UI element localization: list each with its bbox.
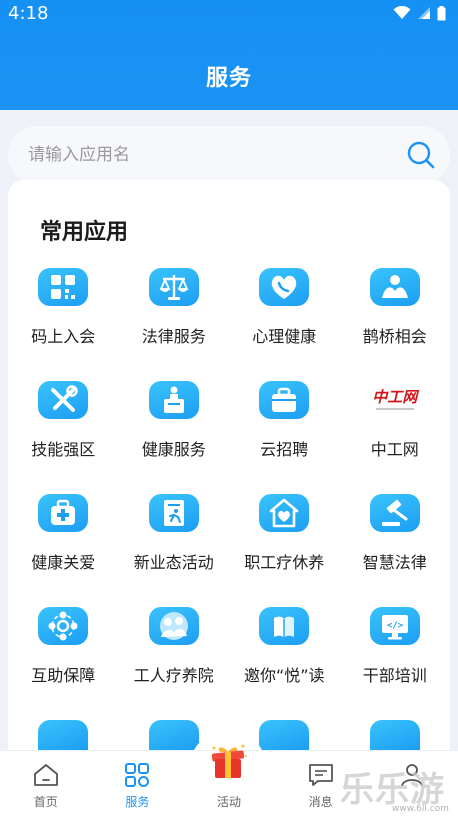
app-item-queqiao[interactable]: 鹊桥相会 <box>340 268 451 347</box>
app-item-mental-health[interactable]: 心理健康 <box>229 268 340 347</box>
page-title: 服务 <box>205 66 252 91</box>
app-item-smart-law[interactable]: 智慧法律 <box>340 494 451 573</box>
heart-phone-icon <box>259 268 310 306</box>
app-item-new-business[interactable]: 新业态活动 <box>119 494 230 573</box>
app-item-health-care[interactable]: 健康关爱 <box>8 494 119 573</box>
grid-icon <box>125 763 150 787</box>
tools-icon <box>38 381 89 419</box>
search-icon[interactable] <box>406 140 436 170</box>
book-icon <box>259 607 310 645</box>
watermark-url: www.6ll.com <box>392 804 449 814</box>
status-bar: 4:18 <box>0 0 458 26</box>
wifi-icon <box>393 6 411 19</box>
logo-text: 中工网 <box>372 388 418 406</box>
couple-icon <box>369 268 420 306</box>
app-item-mutual-aid[interactable]: 互助保障 <box>8 607 119 686</box>
people-circle-icon <box>38 607 89 645</box>
app-label: 干部培训 <box>362 666 427 685</box>
group-photo-icon <box>148 607 199 645</box>
svg-text:</>: </> <box>387 621 404 631</box>
app-label: 中工网 <box>370 440 419 459</box>
app-label: 职工疗休养 <box>244 553 325 572</box>
app-item-health-service[interactable]: 健康服务 <box>119 381 230 460</box>
app-label: 互助保障 <box>31 666 96 685</box>
status-icons <box>393 5 446 21</box>
app-item-workers-retreat[interactable]: 职工疗休养 <box>229 494 340 573</box>
app-item-mashang-ruhui[interactable]: 码上入会 <box>8 268 119 347</box>
app-item-cloud-recruit[interactable]: 云招聘 <box>229 381 340 460</box>
section-title: 常用应用 <box>40 220 129 245</box>
signal-icon <box>418 7 430 19</box>
app-label: 健康关爱 <box>31 553 96 572</box>
app-label: 技能强区 <box>31 440 96 459</box>
home-icon <box>33 764 58 786</box>
qr-grid-icon <box>38 268 89 306</box>
app-item-skills[interactable]: 技能强区 <box>8 381 119 460</box>
partial-app-icon-4[interactable] <box>340 720 451 750</box>
gift-icon[interactable] <box>206 742 250 780</box>
scales-icon <box>148 268 199 306</box>
message-icon <box>308 764 333 786</box>
app-item-cadre-training[interactable]: </> 干部培训 <box>340 607 451 686</box>
search-bar[interactable] <box>8 126 450 184</box>
app-label: 邀你“悦”读 <box>243 666 325 685</box>
first-aid-icon <box>38 494 89 532</box>
logo-subline <box>375 408 414 410</box>
app-item-legal-service[interactable]: 法律服务 <box>119 268 230 347</box>
app-label: 云招聘 <box>260 440 309 459</box>
zhonggongwang-logo: 中工网 <box>369 381 420 419</box>
app-label: 健康服务 <box>141 440 206 459</box>
app-label: 新业态活动 <box>133 553 214 572</box>
document-runner-icon <box>148 494 199 532</box>
briefcase-icon <box>259 381 310 419</box>
app-item-sanatorium[interactable]: 工人疗养院 <box>119 607 230 686</box>
gavel-icon <box>369 494 420 532</box>
medicine-icon <box>148 381 199 419</box>
monitor-code-icon: </> <box>369 607 420 645</box>
search-input[interactable] <box>28 145 406 165</box>
app-label: 法律服务 <box>141 327 206 346</box>
app-label: 码上入会 <box>31 327 96 346</box>
app-label: 工人疗养院 <box>133 666 214 685</box>
app-label: 心理健康 <box>252 327 317 346</box>
app-label: 智慧法律 <box>362 553 427 572</box>
app-item-zhonggongwang[interactable]: 中工网 中工网 <box>340 381 451 460</box>
app-item-reading[interactable]: 邀你“悦”读 <box>229 607 340 686</box>
battery-icon <box>437 5 446 20</box>
app-label: 鹊桥相会 <box>362 327 427 346</box>
status-time: 4:18 <box>8 2 49 24</box>
home-heart-icon <box>259 494 310 532</box>
top-header: 4:18 服务 <box>0 0 458 110</box>
common-apps-card: 常用应用 码上入会 法律服务 心理健康 鹊桥相会 技能强区 健康服务 云招聘 中… <box>8 180 450 780</box>
partial-app-icon-1[interactable] <box>8 720 119 750</box>
app-grid: 码上入会 法律服务 心理健康 鹊桥相会 技能强区 健康服务 云招聘 中工网 中工… <box>8 268 450 686</box>
